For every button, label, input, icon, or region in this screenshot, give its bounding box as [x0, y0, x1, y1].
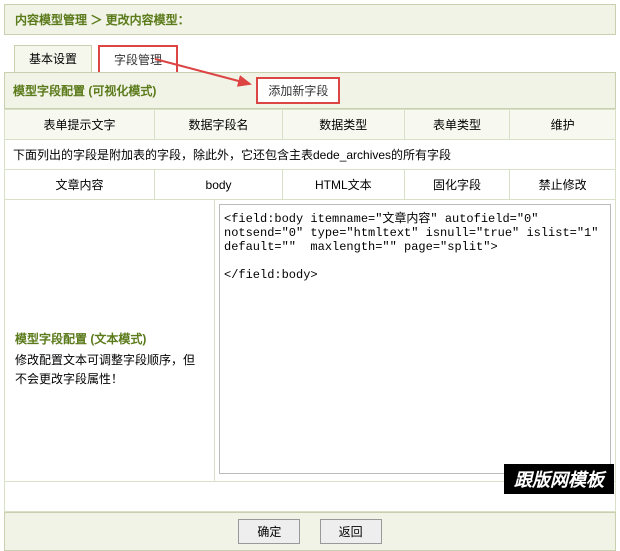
cell-fieldname: body	[155, 170, 283, 200]
table-note: 下面列出的字段是附加表的字段，除此外，它还包含主表dede_archives的所…	[5, 140, 616, 170]
col-fieldname: 数据字段名	[155, 110, 283, 140]
col-datatype: 数据类型	[282, 110, 404, 140]
back-button[interactable]: 返回	[320, 519, 382, 544]
cell-prompt: 文章内容	[5, 170, 155, 200]
fields-table: 表单提示文字 数据字段名 数据类型 表单类型 维护 下面列出的字段是附加表的字段…	[4, 109, 616, 200]
tab-fields[interactable]: 字段管理	[98, 45, 178, 72]
col-formtype: 表单类型	[404, 110, 510, 140]
tab-bar: 基本设置 字段管理	[4, 45, 616, 72]
col-maintain: 维护	[510, 110, 616, 140]
section-text-title: 模型字段配置 (文本模式)	[15, 330, 204, 347]
cell-datatype: HTML文本	[282, 170, 404, 200]
action-bar: 确定 返回	[4, 512, 616, 551]
breadcrumb: 内容模型管理 ＞ 更改内容模型：	[4, 4, 616, 35]
tab-basic[interactable]: 基本设置	[14, 45, 92, 72]
text-mode-info: 模型字段配置 (文本模式) 修改配置文本可调整字段顺序，但不会更改字段属性！	[5, 200, 215, 481]
field-config-textarea[interactable]	[219, 204, 611, 474]
cell-maintain: 禁止修改	[510, 170, 616, 200]
table-row: 文章内容 body HTML文本 固化字段 禁止修改	[5, 170, 616, 200]
section-visual-title: 模型字段配置 (可视化模式)	[13, 82, 156, 99]
cell-formtype: 固化字段	[404, 170, 510, 200]
watermark: 跟版网模板	[504, 464, 614, 494]
section-text-desc: 修改配置文本可调整字段顺序，但不会更改字段属性！	[15, 351, 204, 389]
add-field-button[interactable]: 添加新字段	[256, 77, 340, 104]
ok-button[interactable]: 确定	[238, 519, 300, 544]
section-visual-header: 模型字段配置 (可视化模式) 添加新字段	[4, 72, 616, 109]
col-prompt: 表单提示文字	[5, 110, 155, 140]
